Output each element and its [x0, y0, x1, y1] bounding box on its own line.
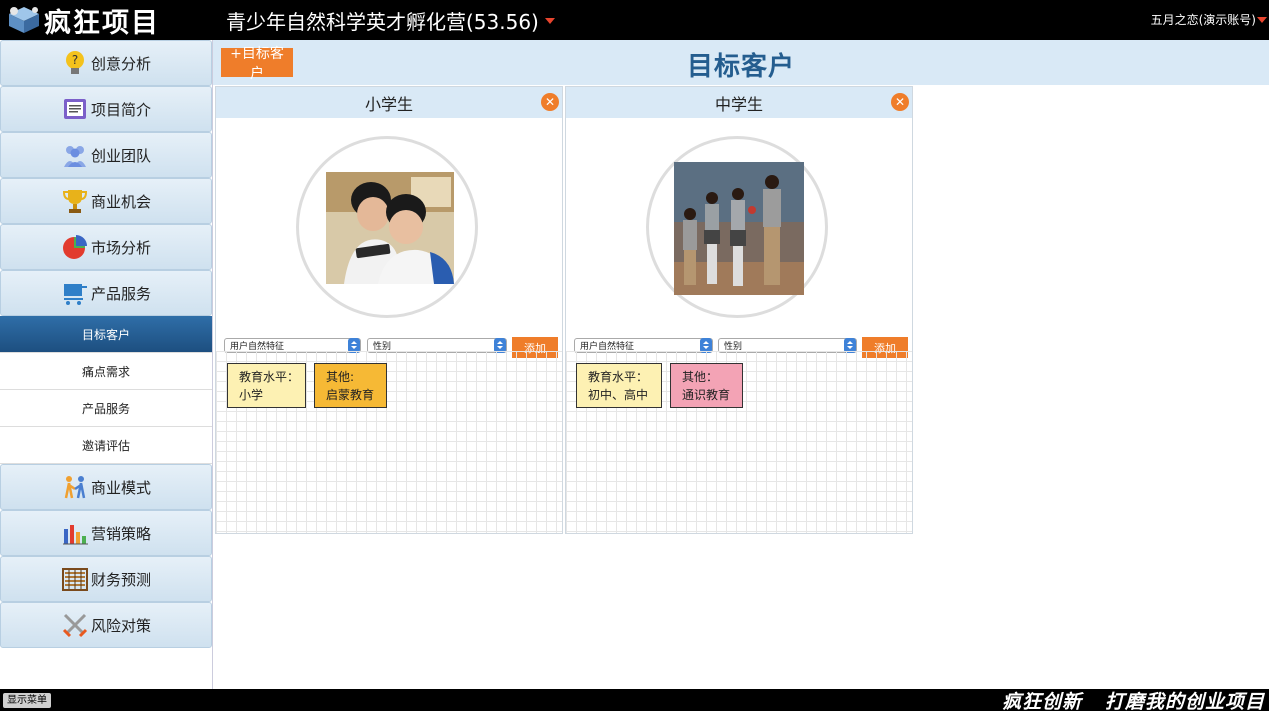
sticky-note[interactable]: 教育水平： 初中、高中 [576, 363, 662, 408]
sidebar-item-label: 商业模式 [90, 478, 151, 497]
note-line: 小学 [239, 388, 264, 402]
sidebar-subitem-product-service[interactable]: 产品服务 [0, 390, 212, 427]
close-icon[interactable]: ✕ [891, 93, 909, 111]
pie-chart-icon [61, 233, 89, 261]
customer-photo-frame [296, 136, 478, 318]
card-title: 小学生 [364, 94, 413, 114]
document-icon [61, 95, 89, 123]
sidebar-item-business-opportunity[interactable]: 商业机会 [0, 178, 212, 224]
sidebar-subitem-target-customer[interactable]: 目标客户 [0, 316, 212, 353]
bottom-bar: 显示菜单 疯狂创新 打磨我的创业项目 [0, 689, 1269, 713]
people-icon [61, 473, 89, 501]
note-line: 通识教育 [682, 388, 731, 402]
note-line: 教育水平： [239, 370, 300, 384]
crossed-swords-icon [61, 611, 89, 639]
sidebar-item-financial-forecast[interactable]: 财务预测 [0, 556, 212, 602]
customer-card: 小学生 ✕ 用户自然特征 性别 添加 教育水平： 小学 其他: 启蒙教育 [215, 86, 563, 534]
sticky-note[interactable]: 其他： 通识教育 [670, 363, 743, 408]
close-icon[interactable]: ✕ [541, 93, 559, 111]
sidebar-item-market-analysis[interactable]: 市场分析 [0, 224, 212, 270]
card-title: 中学生 [714, 94, 763, 114]
card-header: 中学生 ✕ [566, 87, 912, 118]
logo-cube-icon [6, 5, 42, 35]
sidebar-item-marketing-strategy[interactable]: 营销策略 [0, 510, 212, 556]
customer-photo-frame [646, 136, 828, 318]
caret-down-icon [1257, 16, 1267, 23]
sidebar-item-label: 商业机会 [90, 192, 151, 211]
project-selector[interactable]: 青少年自然科学英才孵化营(53.56) [226, 6, 555, 35]
svg-text:?: ? [72, 53, 78, 67]
sidebar-item-creative-analysis[interactable]: ? 创意分析 [0, 40, 212, 86]
note-line: 教育水平： [588, 370, 649, 384]
note-line: 其他: [326, 370, 355, 384]
sidebar-item-label: 风险对策 [90, 616, 151, 635]
sidebar-item-label: 创业团队 [90, 146, 151, 165]
sidebar-subitem-invite-review[interactable]: 邀请评估 [0, 427, 212, 464]
customer-card: 中学生 ✕ 用户自然特征 性别 添加 教育水平： 初中、高中 其他： 通识教育 [565, 86, 913, 534]
caret-down-icon [544, 17, 555, 24]
footer-slogan: 疯狂创新 打磨我的创业项目 [1002, 691, 1265, 713]
sidebar-item-label: 财务预测 [90, 570, 151, 589]
note-line: 其他： [682, 370, 719, 384]
customer-photo [326, 172, 454, 284]
project-title: 青少年自然科学英才孵化营(53.56) [226, 10, 539, 34]
sidebar-item-label: 市场分析 [90, 238, 151, 257]
lightbulb-question-icon: ? [61, 49, 89, 77]
user-name: 五月之恋(演示账号) [1150, 13, 1256, 27]
content-header: +目标客户 目标客户 [213, 40, 1269, 85]
sidebar-item-label: 创意分析 [90, 54, 151, 73]
sidebar-subitem-pain-points[interactable]: 痛点需求 [0, 353, 212, 390]
sidebar: ? 创意分析 项目简介 创业团队 商业机会 市场分析 产品服务 目标客户 痛点需… [0, 40, 213, 689]
sidebar-item-label: 营销策略 [90, 524, 151, 543]
note-line: 初中、高中 [588, 388, 649, 402]
trophy-icon [61, 187, 89, 215]
bar-chart-icon [61, 519, 89, 547]
sidebar-item-team[interactable]: 创业团队 [0, 132, 212, 178]
customer-photo [674, 162, 804, 295]
team-icon [61, 141, 89, 169]
note-line: 启蒙教育 [326, 388, 375, 402]
sidebar-item-risk-countermeasures[interactable]: 风险对策 [0, 602, 212, 648]
cart-icon [61, 279, 89, 307]
sidebar-item-label: 产品服务 [90, 284, 151, 303]
app-logo[interactable]: 疯狂项目 [6, 3, 160, 39]
sticky-note[interactable]: 教育水平： 小学 [227, 363, 306, 408]
sidebar-item-label: 项目简介 [90, 100, 151, 119]
user-menu[interactable]: 五月之恋(演示账号) [1151, 11, 1267, 28]
logo-text: 疯狂项目 [44, 7, 160, 39]
abacus-icon [61, 565, 89, 593]
top-bar: 疯狂项目 青少年自然科学英才孵化营(53.56) 五月之恋(演示账号) [0, 0, 1269, 40]
sidebar-item-business-model[interactable]: 商业模式 [0, 464, 212, 510]
show-menu-button[interactable]: 显示菜单 [3, 693, 51, 708]
sidebar-item-project-intro[interactable]: 项目简介 [0, 86, 212, 132]
sticky-note[interactable]: 其他: 启蒙教育 [314, 363, 387, 408]
sidebar-item-product-service[interactable]: 产品服务 [0, 270, 212, 316]
page-title: 目标客户 [686, 52, 795, 82]
card-header: 小学生 ✕ [216, 87, 562, 118]
